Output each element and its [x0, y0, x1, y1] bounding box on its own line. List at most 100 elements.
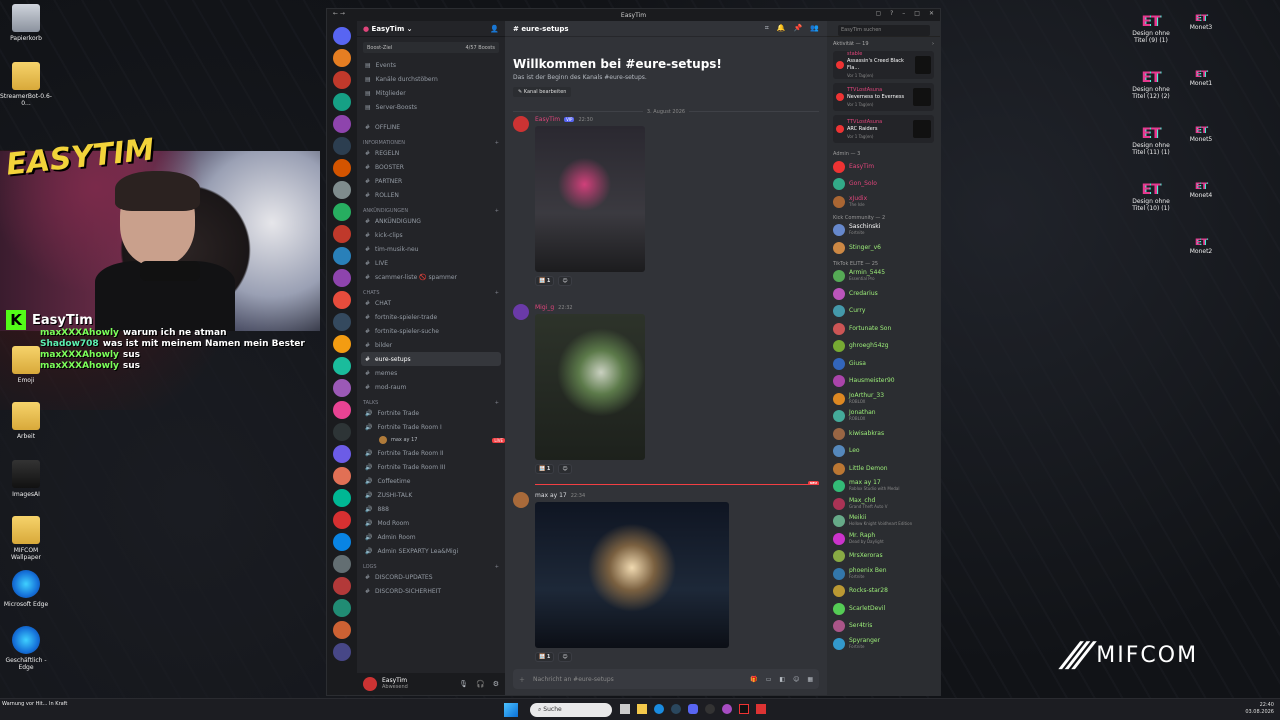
channel-item[interactable]: # PARTNER: [357, 174, 505, 188]
message-composer[interactable]: ＋ Nachricht an #eure-setups 🎁 ▭ ◧ ☺ ▦: [513, 669, 819, 689]
channel-item[interactable]: 🔊 Fortnite Trade: [357, 406, 505, 420]
weather-notification[interactable]: Warnung vor Hit... In Kraft: [2, 701, 67, 708]
desktop-icon[interactable]: ET Design ohne Titel (10) (1): [1125, 182, 1177, 212]
member-item[interactable]: Meikii Hollow Knight Voidheart Edition: [827, 513, 940, 531]
back-forward-icon[interactable]: ← →: [333, 10, 345, 17]
channel-category[interactable]: ANKÜNDIGUNGEN +: [357, 202, 505, 214]
member-item[interactable]: Credarius: [827, 285, 940, 303]
desktop-icon[interactable]: MIFCOM Wallpaper: [0, 516, 52, 561]
member-item[interactable]: Armin_5445 Essential Pro: [827, 268, 940, 286]
channel-item[interactable]: 🔊 Fortnite Trade Room III: [357, 460, 505, 474]
member-item[interactable]: Spyranger Fortnite: [827, 635, 940, 653]
gift-icon[interactable]: 🎁: [750, 676, 757, 683]
server-icon[interactable]: [333, 71, 351, 89]
channel-item[interactable]: # eure-setups: [361, 352, 501, 366]
channel-item[interactable]: # fortnite-spieler-suche: [357, 324, 505, 338]
channel-item[interactable]: 🔊 Coffeetime: [357, 474, 505, 488]
edge-icon[interactable]: [654, 704, 664, 714]
server-icon[interactable]: [333, 511, 351, 529]
desktop-icon[interactable]: ET Monet2: [1175, 238, 1227, 255]
server-menu-item[interactable]: ▤ Server-Boosts: [357, 100, 505, 114]
add-channel-icon[interactable]: +: [495, 564, 499, 570]
channel-category[interactable]: CHATS +: [357, 284, 505, 296]
server-icon[interactable]: [333, 291, 351, 309]
channel-item[interactable]: # ANKÜNDIGUNG: [357, 214, 505, 228]
member-item[interactable]: Fortunate Son: [827, 320, 940, 338]
activity-card[interactable]: TTVLostAsuna Neverness to Everness Vor 1 T…: [833, 83, 934, 111]
emoji-icon[interactable]: ☺: [793, 676, 799, 683]
add-attachment-icon[interactable]: ＋: [519, 675, 525, 684]
member-item[interactable]: max ay 17 Roblox Studio with Medal: [827, 478, 940, 496]
channel-item[interactable]: # ROLLEN: [357, 188, 505, 202]
edit-channel-button[interactable]: ✎ Kanal bearbeiten: [513, 87, 572, 97]
activity-card[interactable]: stable Assassin's Creed Black Fla... Vor 1…: [833, 51, 934, 79]
server-icon[interactable]: [333, 379, 351, 397]
member-item[interactable]: Max_chd Grand Theft Auto V: [827, 495, 940, 513]
member-item[interactable]: Stinger_v6: [827, 239, 940, 257]
desktop-icon[interactable]: Microsoft Edge: [0, 570, 52, 608]
desktop-icon[interactable]: ET Monet5: [1175, 126, 1227, 143]
server-icon[interactable]: [333, 467, 351, 485]
attached-image[interactable]: [535, 314, 645, 460]
message-author[interactable]: Migi_g: [535, 304, 554, 311]
channel-item[interactable]: # kick-clips: [357, 228, 505, 242]
members-icon[interactable]: 👥: [810, 24, 819, 33]
threads-icon[interactable]: ⌗: [765, 24, 769, 33]
server-icon[interactable]: [333, 159, 351, 177]
channel-item[interactable]: 🔊 Fortnite Trade Room I: [357, 420, 505, 434]
server-icon[interactable]: [333, 247, 351, 265]
member-item[interactable]: EasyTim: [827, 158, 940, 176]
channel-item[interactable]: 🔊 ZUSHI-TALK: [357, 488, 505, 502]
server-menu-item[interactable]: ▤ Events: [357, 58, 505, 72]
discord-icon[interactable]: [688, 704, 698, 714]
add-reaction-icon[interactable]: ☺: [558, 276, 572, 286]
server-icon[interactable]: [333, 357, 351, 375]
channel-item[interactable]: 🔊 Admin Room: [357, 530, 505, 544]
member-item[interactable]: phoenix Ben Fortnite: [827, 565, 940, 583]
channel-item[interactable]: # LIVE: [357, 256, 505, 270]
apps-icon[interactable]: ▦: [807, 676, 813, 683]
server-icon[interactable]: [333, 621, 351, 639]
reaction-chip[interactable]: 🪟 1: [535, 464, 555, 474]
headphones-icon[interactable]: 🎧: [476, 680, 485, 688]
member-item[interactable]: MrsXeroras: [827, 548, 940, 566]
help-icon[interactable]: ?: [890, 10, 893, 17]
invite-icon[interactable]: 👤: [490, 25, 499, 33]
settings-gear-icon[interactable]: ⚙: [493, 680, 499, 688]
avatar[interactable]: [513, 304, 529, 320]
channel-category[interactable]: INFORMATIONEN +: [357, 134, 505, 146]
desktop-icon[interactable]: ImagesAI: [0, 460, 52, 498]
obs-icon[interactable]: [705, 704, 715, 714]
member-item[interactable]: Ser4tris: [827, 618, 940, 636]
gif-icon[interactable]: ▭: [766, 676, 772, 683]
server-header[interactable]: ● EasyTim ⌄ 👤: [357, 21, 505, 37]
server-icon[interactable]: [333, 599, 351, 617]
avatar[interactable]: [513, 116, 529, 132]
maximize-button[interactable]: □: [914, 10, 920, 17]
channel-item[interactable]: # DISCORD-UPDATES: [357, 570, 505, 584]
message-author[interactable]: max ay 17: [535, 492, 567, 499]
channel-item[interactable]: # memes: [357, 366, 505, 380]
channel-item[interactable]: # REGELN: [357, 146, 505, 160]
desktop-icon[interactable]: ET Design ohne Titel (12) (2): [1125, 70, 1177, 100]
member-item[interactable]: Jonathan ROBLOX: [827, 408, 940, 426]
desktop-icon[interactable]: ET Design ohne Titel (11) (1): [1125, 126, 1177, 156]
app-icon[interactable]: [756, 704, 766, 714]
server-icon[interactable]: [333, 423, 351, 441]
channel-item[interactable]: # scammer-liste 🚫 spammer: [357, 270, 505, 284]
channel-item[interactable]: # CHAT: [357, 296, 505, 310]
reaction-chip[interactable]: 🪟 1: [535, 652, 555, 662]
message-author[interactable]: EasyTim: [535, 116, 560, 123]
activity-card[interactable]: TTVLostAsuna ARC Raiders Vor 1 Tag(en): [833, 115, 934, 143]
server-icon[interactable]: [333, 115, 351, 133]
channel-item[interactable]: # OFFLINE: [357, 120, 505, 134]
minimize-button[interactable]: –: [902, 10, 905, 17]
avatar[interactable]: [513, 492, 529, 508]
server-icon[interactable]: [333, 137, 351, 155]
channel-item[interactable]: 🔊 Fortnite Trade Room II: [357, 446, 505, 460]
server-icon[interactable]: [333, 225, 351, 243]
channel-item[interactable]: 🔊 Mod Room: [357, 516, 505, 530]
attached-image[interactable]: [535, 126, 645, 272]
taskbar-search[interactable]: ⌕ Suche: [530, 703, 612, 717]
add-reaction-icon[interactable]: ☺: [558, 652, 572, 662]
